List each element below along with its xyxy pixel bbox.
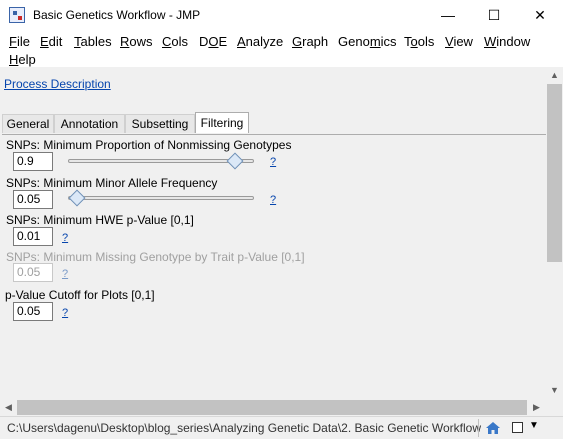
pvalue-cutoff-field[interactable]: 0.05 <box>13 302 53 321</box>
workflow-content-pane: Process Description General Annotation S… <box>0 67 546 399</box>
menu-rows[interactable]: Rows <box>120 33 153 50</box>
min-nonmissing-help-link[interactable]: ? <box>270 156 276 168</box>
menu-tools[interactable]: Tools <box>404 33 434 50</box>
tab-filtering[interactable]: Filtering <box>195 112 249 133</box>
jmp-app-icon[interactable] <box>9 7 25 23</box>
min-maf-help-link[interactable]: ? <box>270 194 276 206</box>
maximize-button[interactable]: ☐ <box>471 0 517 30</box>
horizontal-scrollbar[interactable]: ◀ ▶ <box>0 399 546 416</box>
min-hwe-field[interactable]: 0.01 <box>13 227 53 246</box>
filtering-panel: SNPs: Minimum Proportion of Nonmissing G… <box>2 134 546 400</box>
min-missing-by-trait-label: SNPs: Minimum Missing Genotype by Trait … <box>6 250 305 264</box>
vertical-scrollbar[interactable]: ▲ ▼ <box>546 67 563 399</box>
status-separator <box>478 419 479 437</box>
menu-file[interactable]: File <box>9 33 30 50</box>
file-path: C:\Users\dagenu\Desktop\blog_series\Anal… <box>7 421 482 435</box>
min-maf-slider-thumb[interactable] <box>68 189 86 207</box>
home-icon[interactable] <box>485 421 501 435</box>
tab-annotation[interactable]: Annotation <box>54 114 125 133</box>
pvalue-cutoff-help-link[interactable]: ? <box>62 307 68 319</box>
tab-general[interactable]: General <box>2 114 54 133</box>
tab-subsetting[interactable]: Subsetting <box>125 114 195 133</box>
dropdown-arrow-icon[interactable]: ▼ <box>529 420 539 431</box>
min-hwe-help-link[interactable]: ? <box>62 232 68 244</box>
menu-cols[interactable]: Cols <box>162 33 188 50</box>
min-nonmissing-field[interactable]: 0.9 <box>13 152 53 171</box>
menu-analyze[interactable]: Analyze <box>237 33 283 50</box>
menu-genomics[interactable]: Genomics <box>338 33 397 50</box>
close-button[interactable]: ✕ <box>517 0 563 30</box>
minimize-button[interactable]: — <box>425 0 471 30</box>
menu-window[interactable]: Window <box>484 33 530 50</box>
scroll-left-arrow-icon[interactable]: ◀ <box>5 402 12 413</box>
min-maf-field[interactable]: 0.05 <box>13 190 53 209</box>
scroll-right-arrow-icon[interactable]: ▶ <box>533 402 540 413</box>
pvalue-cutoff-label: p-Value Cutoff for Plots [0,1] <box>5 288 155 302</box>
menu-bar: File Edit Tables Rows Cols DOE Analyze G… <box>0 31 563 67</box>
menu-doe[interactable]: DOE <box>199 33 227 50</box>
min-nonmissing-slider-thumb[interactable] <box>226 152 244 170</box>
scroll-corner <box>546 399 563 416</box>
menu-help[interactable]: Help <box>9 51 36 68</box>
status-bar: C:\Users\dagenu\Desktop\blog_series\Anal… <box>0 416 563 439</box>
min-missing-by-trait-field: 0.05 <box>13 263 53 282</box>
title-bar: Basic Genetics Workflow - JMP — ☐ ✕ <box>0 0 563 30</box>
min-maf-label: SNPs: Minimum Minor Allele Frequency <box>6 176 218 190</box>
menu-view[interactable]: View <box>445 33 473 50</box>
horizontal-scroll-thumb[interactable] <box>17 400 527 415</box>
menu-tables[interactable]: Tables <box>74 33 112 50</box>
vertical-scroll-thumb[interactable] <box>547 84 562 262</box>
min-missing-by-trait-help-link: ? <box>62 268 69 280</box>
menu-graph[interactable]: Graph <box>292 33 328 50</box>
square-icon[interactable] <box>512 422 523 433</box>
menu-edit[interactable]: Edit <box>40 33 62 50</box>
min-maf-slider[interactable] <box>68 196 254 200</box>
min-hwe-label: SNPs: Minimum HWE p-Value [0,1] <box>6 213 194 227</box>
window-title: Basic Genetics Workflow - JMP <box>33 8 201 22</box>
scroll-up-arrow-icon[interactable]: ▲ <box>550 70 559 80</box>
scroll-down-arrow-icon[interactable]: ▼ <box>550 385 559 395</box>
min-nonmissing-label: SNPs: Minimum Proportion of Nonmissing G… <box>6 138 292 152</box>
process-description-link[interactable]: Process Description <box>4 77 111 91</box>
